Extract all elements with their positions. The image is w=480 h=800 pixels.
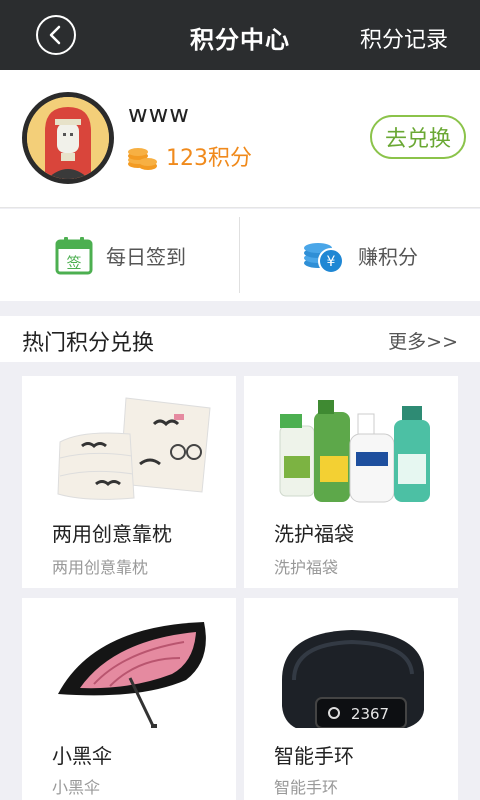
calendar-icon: 签	[55, 237, 93, 275]
avatar-image	[27, 97, 109, 179]
coins-icon	[128, 148, 157, 170]
username: www	[128, 100, 190, 128]
product-name: 两用创意靠枕	[52, 522, 172, 546]
profile-card: www 123积分 去兑换	[0, 70, 480, 208]
svg-text:¥: ¥	[327, 254, 336, 270]
more-link[interactable]: 更多>>	[388, 327, 458, 354]
product-card[interactable]: 2367 智能手环 智能手环	[244, 598, 458, 800]
daily-checkin-label: 每日签到	[106, 244, 186, 269]
top-bar: 积分中心 积分记录	[0, 0, 480, 70]
section-header: 热门积分兑换 更多>>	[0, 316, 480, 362]
quick-actions: 签 每日签到 ¥ 赚积分	[0, 209, 480, 301]
product-subtitle: 智能手环	[274, 778, 339, 797]
avatar[interactable]	[22, 92, 114, 184]
daily-checkin-button[interactable]: 签 每日签到	[0, 209, 240, 301]
product-name: 洗护福袋	[274, 522, 354, 546]
product-name: 小黑伞	[52, 744, 112, 768]
points-row: 123积分	[126, 140, 252, 172]
product-name: 智能手环	[274, 744, 354, 768]
smart-band-image: 2367	[282, 630, 424, 728]
section-title: 热门积分兑换	[22, 331, 155, 356]
product-card[interactable]: 洗护福袋 洗护福袋	[244, 376, 458, 588]
product-card[interactable]: 两用创意靠枕 两用创意靠枕	[22, 376, 236, 588]
band-display: 2367	[351, 705, 389, 723]
yen-coins-icon: ¥	[304, 243, 344, 274]
checkin-icon-glyph: 签	[66, 254, 81, 272]
product-subtitle: 小黑伞	[52, 778, 101, 797]
redeem-button[interactable]: 去兑换	[370, 115, 466, 159]
cleaning-set-image	[279, 400, 430, 503]
pillow-image	[57, 397, 211, 500]
product-subtitle: 洗护福袋	[274, 558, 339, 577]
product-card[interactable]: 小黑伞 小黑伞	[22, 598, 236, 800]
earn-points-button[interactable]: ¥ 赚积分	[240, 209, 480, 301]
points-record-link[interactable]: 积分记录	[360, 22, 448, 54]
umbrella-image	[58, 622, 206, 728]
product-subtitle: 两用创意靠枕	[52, 558, 149, 577]
points-value: 123积分	[166, 146, 252, 171]
earn-points-label: 赚积分	[358, 244, 418, 269]
